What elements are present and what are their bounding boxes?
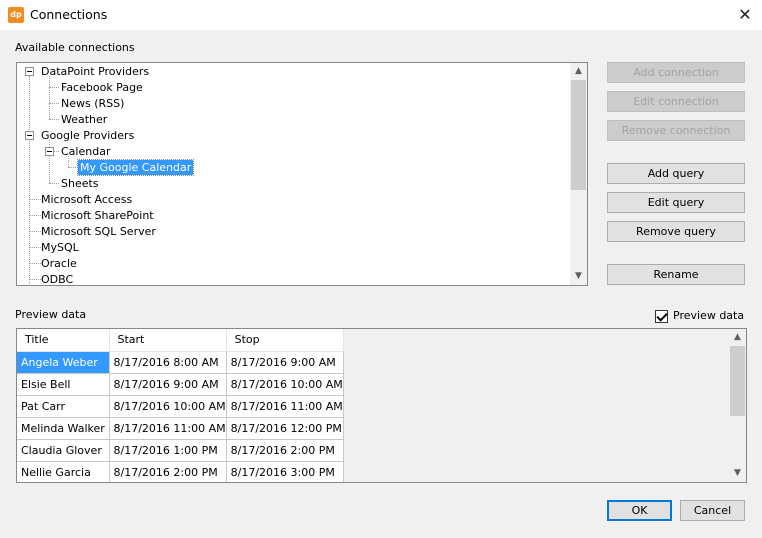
tree-node-facebook-page[interactable]: Facebook Page — [59, 80, 145, 95]
table-row[interactable]: Elsie Bell 8/17/2016 9:00 AM 8/17/2016 1… — [17, 373, 344, 396]
cell-start[interactable]: 8/17/2016 2:00 PM — [109, 461, 227, 482]
scroll-up-icon[interactable]: ▲ — [570, 63, 587, 80]
edit-query-button[interactable]: Edit query — [607, 192, 745, 213]
table-row[interactable]: Melinda Walker 8/17/2016 11:00 AM 8/17/2… — [17, 417, 344, 440]
cell-stop[interactable]: 8/17/2016 12:00 PM — [226, 417, 344, 440]
collapse-icon[interactable] — [25, 131, 34, 140]
preview-data-grid[interactable]: Title Start Stop Angela Weber 8/17/2016 … — [16, 328, 747, 483]
cell-stop[interactable]: 8/17/2016 10:00 AM — [226, 373, 344, 396]
add-connection-button[interactable]: Add connection — [607, 62, 745, 83]
column-header-title[interactable]: Title — [17, 329, 110, 352]
preview-data-checkbox-label[interactable]: Preview data — [673, 309, 744, 322]
remove-connection-button[interactable]: Remove connection — [607, 120, 745, 141]
grid-scrollbar-thumb[interactable] — [730, 346, 745, 416]
rename-button[interactable]: Rename — [607, 264, 745, 285]
tree-line — [49, 119, 59, 120]
cell-title[interactable]: Melinda Walker — [17, 417, 110, 440]
table-row[interactable]: Angela Weber 8/17/2016 8:00 AM 8/17/2016… — [17, 351, 344, 374]
cell-title[interactable]: Nellie Garcia — [17, 461, 110, 482]
connections-tree[interactable]: DataPoint Providers Facebook Page News (… — [16, 62, 588, 286]
scroll-up-icon[interactable]: ▲ — [729, 329, 746, 346]
tree-node-weather[interactable]: Weather — [59, 112, 109, 127]
cell-title[interactable]: Elsie Bell — [17, 373, 110, 396]
table-header-row: Title Start Stop — [17, 329, 344, 352]
add-query-button[interactable]: Add query — [607, 163, 745, 184]
window-title: Connections — [30, 7, 108, 22]
cancel-button[interactable]: Cancel — [680, 500, 745, 521]
grid-scrollbar[interactable]: ▲ ▼ — [729, 329, 746, 482]
table-row[interactable]: Claudia Glover 8/17/2016 1:00 PM 8/17/20… — [17, 439, 344, 462]
column-header-start[interactable]: Start — [109, 329, 227, 352]
preview-data-label: Preview data — [15, 308, 87, 321]
cell-start[interactable]: 8/17/2016 9:00 AM — [109, 373, 227, 396]
table-row[interactable]: Pat Carr 8/17/2016 10:00 AM 8/17/2016 11… — [17, 395, 344, 418]
preview-data-checkbox[interactable] — [655, 310, 668, 323]
tree-line — [49, 87, 59, 88]
scroll-down-icon[interactable]: ▼ — [570, 268, 587, 285]
tree-node-datapoint-providers[interactable]: DataPoint Providers — [39, 64, 151, 79]
tree-node-odbc[interactable]: ODBC — [39, 272, 75, 285]
ok-button[interactable]: OK — [607, 500, 672, 521]
available-connections-label: Available connections — [15, 41, 135, 54]
cell-stop[interactable]: 8/17/2016 3:00 PM — [226, 461, 344, 482]
table-row[interactable]: Nellie Garcia 8/17/2016 2:00 PM 8/17/201… — [17, 461, 344, 482]
tree-node-sheets[interactable]: Sheets — [59, 176, 101, 191]
remove-query-button[interactable]: Remove query — [607, 221, 745, 242]
close-icon[interactable]: ✕ — [728, 2, 762, 28]
tree-line — [29, 76, 30, 284]
cell-stop[interactable]: 8/17/2016 2:00 PM — [226, 439, 344, 462]
tree-node-microsoft-access[interactable]: Microsoft Access — [39, 192, 134, 207]
tree-line — [68, 167, 78, 168]
cell-title[interactable]: Claudia Glover — [17, 439, 110, 462]
tree-node-google-providers[interactable]: Google Providers — [39, 128, 136, 143]
cell-title[interactable]: Angela Weber — [17, 351, 110, 374]
tree-node-microsoft-sql-server[interactable]: Microsoft SQL Server — [39, 224, 158, 239]
tree-node-mysql[interactable]: MySQL — [39, 240, 81, 255]
edit-connection-button[interactable]: Edit connection — [607, 91, 745, 112]
tree-line — [49, 103, 59, 104]
tree-line — [49, 76, 50, 119]
cell-stop[interactable]: 8/17/2016 9:00 AM — [226, 351, 344, 374]
tree-scrollbar-thumb[interactable] — [571, 80, 586, 190]
cell-start[interactable]: 8/17/2016 10:00 AM — [109, 395, 227, 418]
collapse-icon[interactable] — [25, 67, 34, 76]
cell-stop[interactable]: 8/17/2016 11:00 AM — [226, 395, 344, 418]
scroll-down-icon[interactable]: ▼ — [729, 465, 746, 482]
tree-scrollbar[interactable]: ▲ ▼ — [570, 63, 587, 285]
title-bar — [0, 0, 762, 30]
column-header-stop[interactable]: Stop — [226, 329, 344, 352]
cell-start[interactable]: 8/17/2016 8:00 AM — [109, 351, 227, 374]
collapse-icon[interactable] — [45, 147, 54, 156]
tree-line — [49, 183, 59, 184]
app-icon: dp — [8, 7, 24, 23]
tree-node-news-rss[interactable]: News (RSS) — [59, 96, 126, 111]
tree-node-calendar[interactable]: Calendar — [59, 144, 112, 159]
cell-start[interactable]: 8/17/2016 11:00 AM — [109, 417, 227, 440]
tree-node-my-google-calendar[interactable]: My Google Calendar — [76, 159, 195, 176]
tree-node-microsoft-sharepoint[interactable]: Microsoft SharePoint — [39, 208, 156, 223]
cell-title[interactable]: Pat Carr — [17, 395, 110, 418]
tree-node-oracle[interactable]: Oracle — [39, 256, 79, 271]
cell-start[interactable]: 8/17/2016 1:00 PM — [109, 439, 227, 462]
preview-table: Title Start Stop Angela Weber 8/17/2016 … — [17, 329, 344, 482]
